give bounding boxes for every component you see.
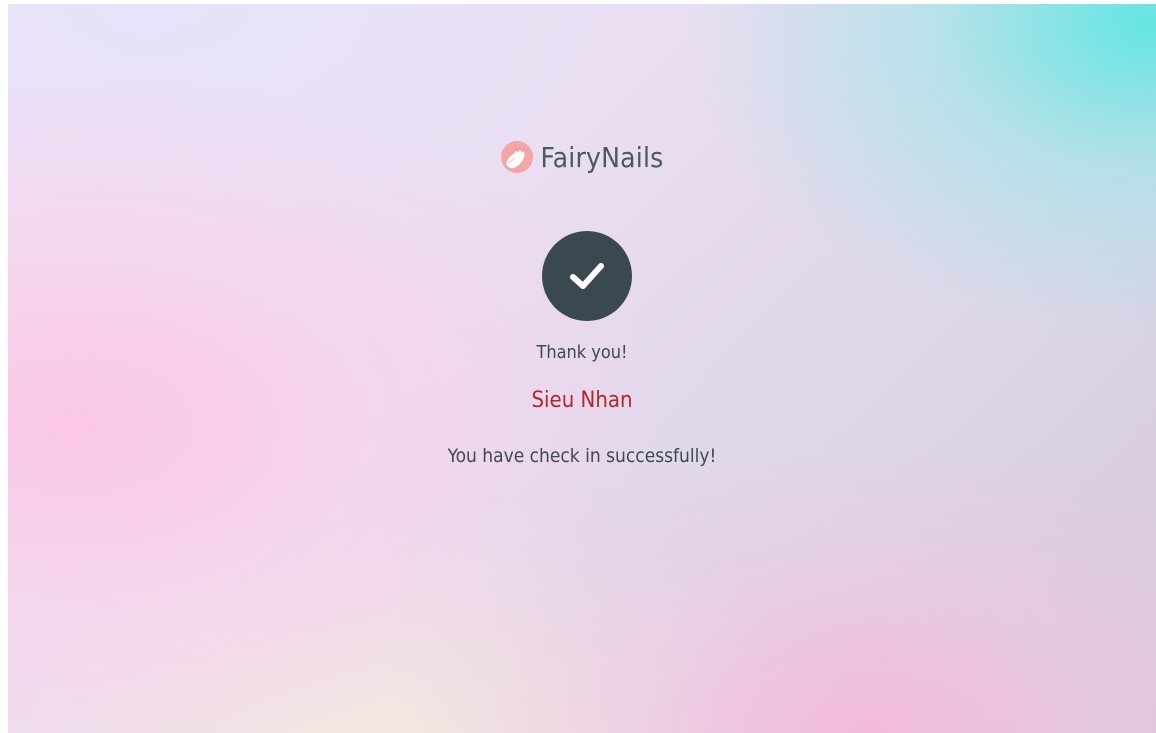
success-message: You have check in successfully! — [447, 445, 717, 467]
nail-polish-hand-icon — [500, 140, 534, 174]
success-content: FairyNails Thank you! Sieu Nhan You have… — [8, 4, 1156, 733]
brand-header: FairyNails — [8, 140, 1156, 174]
checkin-success-screen: FairyNails Thank you! Sieu Nhan You have… — [8, 4, 1156, 733]
checkmark-icon — [570, 263, 604, 289]
thank-you-text: Thank you! — [536, 342, 628, 363]
customer-name: Sieu Nhan — [531, 388, 633, 413]
success-check-badge — [542, 231, 632, 321]
brand-name: FairyNails — [540, 140, 664, 174]
